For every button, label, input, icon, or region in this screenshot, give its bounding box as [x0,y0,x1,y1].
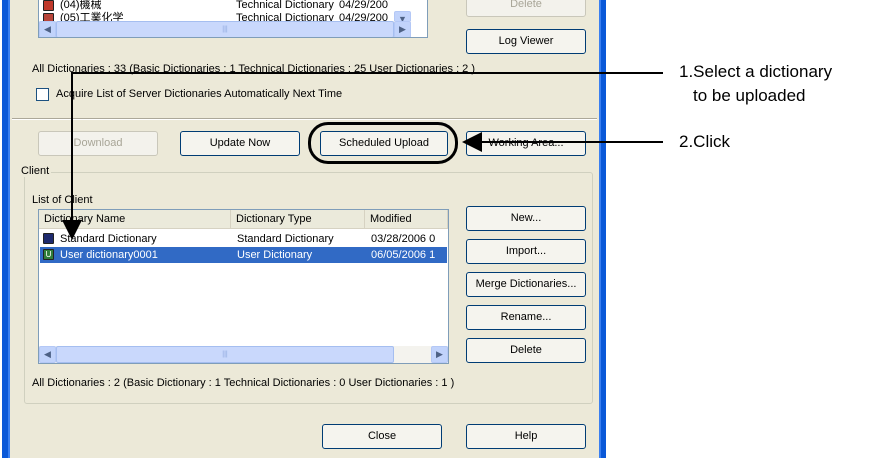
step1-arrow [62,72,663,240]
step1-annotation-line2: to be uploaded [693,86,806,105]
step2-annotation: 2.Click [679,132,731,151]
step1-annotation-line1: 1.Select a dictionary [679,62,833,81]
